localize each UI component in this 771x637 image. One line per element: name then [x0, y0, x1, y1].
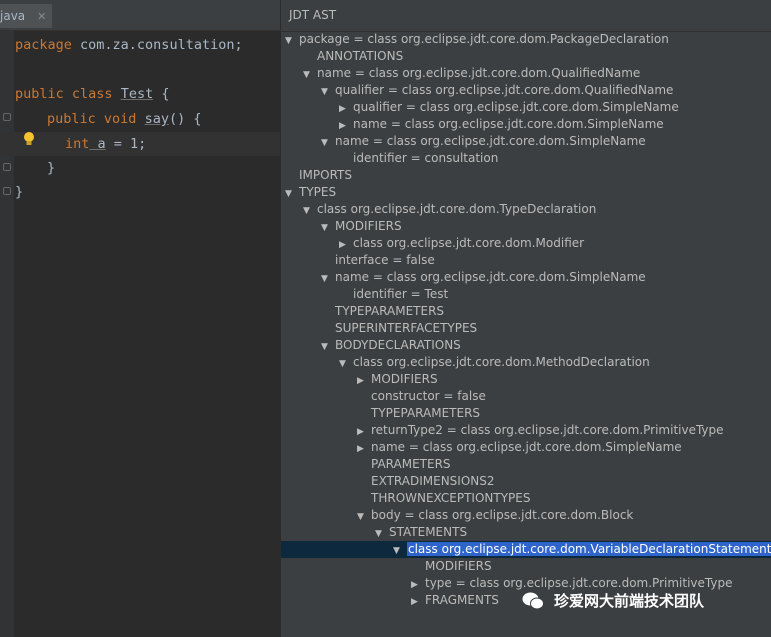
- chevron-down-icon[interactable]: ▼: [321, 135, 335, 152]
- watermark: 珍爱网大前端技术团队: [522, 590, 704, 611]
- tree-node-label: returnType2 = class org.eclipse.jdt.core…: [371, 423, 724, 437]
- tree-node-label: constructor = false: [371, 389, 486, 403]
- tree-node-label: MODIFIERS: [425, 559, 492, 573]
- tree-node-label: name = class org.eclipse.jdt.core.dom.Si…: [335, 134, 646, 148]
- wechat-icon: [522, 592, 544, 609]
- editor-tab[interactable]: java ✕: [0, 4, 53, 28]
- tree-node-label: FRAGMENTS: [425, 593, 499, 607]
- tree-node-label: package = class org.eclipse.jdt.core.dom…: [299, 32, 669, 46]
- tree-node-label: EXTRADIMENSIONS2: [371, 474, 495, 488]
- editor-tab-bar: java ✕: [0, 0, 280, 31]
- tree-node-label: name = class org.eclipse.jdt.core.dom.Si…: [335, 270, 646, 284]
- tree-node-label: qualifier = class org.eclipse.jdt.core.d…: [335, 83, 674, 97]
- chevron-down-icon[interactable]: ▼: [285, 33, 299, 50]
- code-line-4: public void say() {: [47, 111, 202, 127]
- chevron-down-icon[interactable]: ▼: [321, 271, 335, 288]
- tree-node-label: TYPES: [299, 185, 337, 199]
- tree-node-label: name = class org.eclipse.jdt.core.dom.Si…: [371, 440, 682, 454]
- code-line-7: }: [15, 184, 24, 200]
- tree-node-label: interface = false: [335, 253, 435, 267]
- close-icon[interactable]: ✕: [37, 10, 46, 23]
- tree-node-label: THROWNEXCEPTIONTYPES: [371, 491, 531, 505]
- tree-node-label: name = class org.eclipse.jdt.core.dom.Qu…: [317, 66, 641, 80]
- tree-node-label: TYPEPARAMETERS: [335, 304, 445, 318]
- tree-node-label: identifier = Test: [353, 287, 449, 301]
- tree-node-label: STATEMENTS: [389, 525, 468, 539]
- chevron-down-icon[interactable]: ▼: [339, 356, 353, 373]
- chevron-down-icon[interactable]: ▼: [303, 67, 317, 84]
- tree-node-label: BODYDECLARATIONS: [335, 338, 461, 352]
- chevron-down-icon[interactable]: ▼: [321, 84, 335, 101]
- tree-node-label: SUPERINTERFACETYPES: [335, 321, 478, 335]
- watermark-text: 珍爱网大前端技术团队: [554, 592, 705, 610]
- lightbulb-icon[interactable]: [23, 131, 35, 147]
- panel-title: JDT AST: [281, 0, 771, 32]
- tree-node-label: ANNOTATIONS: [317, 49, 404, 63]
- code-line-5: int a = 1;: [0, 132, 280, 156]
- fold-icon[interactable]: [3, 187, 11, 195]
- chevron-down-icon[interactable]: ▼: [321, 220, 335, 237]
- tree-node-label: TYPEPARAMETERS: [371, 406, 481, 420]
- chevron-down-icon[interactable]: ▼: [357, 509, 371, 526]
- tree-node-label: class org.eclipse.jdt.core.dom.VariableD…: [407, 542, 771, 556]
- editor-tab-label: java: [0, 9, 26, 23]
- tree-node-label: body = class org.eclipse.jdt.core.dom.Bl…: [371, 508, 634, 522]
- tree-node-label: identifier = consultation: [353, 151, 499, 165]
- fold-icon[interactable]: [3, 113, 11, 121]
- code-line-3: public class Test {: [15, 86, 170, 102]
- chevron-down-icon[interactable]: ▼: [303, 203, 317, 220]
- tree-node-label: name = class org.eclipse.jdt.core.dom.Si…: [353, 117, 664, 131]
- fold-icon[interactable]: [3, 163, 11, 171]
- tree-node-label: class org.eclipse.jdt.core.dom.MethodDec…: [353, 355, 650, 369]
- tree-node-label: PARAMETERS: [371, 457, 451, 471]
- jdt-ast-panel: JDT AST ▼ package = class org.eclipse.jdt…: [280, 0, 771, 637]
- tree-node-label: MODIFIERS: [371, 372, 438, 386]
- chevron-right-icon[interactable]: ▶: [411, 594, 425, 611]
- tree-node[interactable]: ▼ class org.eclipse.jdt.core.dom.Variable…: [281, 541, 771, 558]
- code-editor[interactable]: java ✕ package com.za.consultation; publ…: [0, 0, 280, 637]
- chevron-down-icon[interactable]: ▼: [321, 339, 335, 356]
- tree-node-label: qualifier = class org.eclipse.jdt.core.d…: [353, 100, 679, 114]
- tree-node-label: class org.eclipse.jdt.core.dom.Modifier: [353, 236, 585, 250]
- chevron-down-icon[interactable]: ▼: [285, 186, 299, 203]
- tree-node-label: IMPORTS: [299, 168, 352, 182]
- code-area[interactable]: package com.za.consultation; public clas…: [0, 31, 280, 637]
- editor-gutter: [0, 31, 14, 637]
- tree-node-label: class org.eclipse.jdt.core.dom.TypeDecla…: [317, 202, 597, 216]
- tree-node-label: type = class org.eclipse.jdt.core.dom.Pr…: [425, 576, 733, 590]
- chevron-down-icon[interactable]: ▼: [393, 543, 407, 560]
- code-line-1: package com.za.consultation;: [15, 37, 243, 53]
- tree-node-label: MODIFIERS: [335, 219, 402, 233]
- code-line-6: }: [47, 160, 56, 176]
